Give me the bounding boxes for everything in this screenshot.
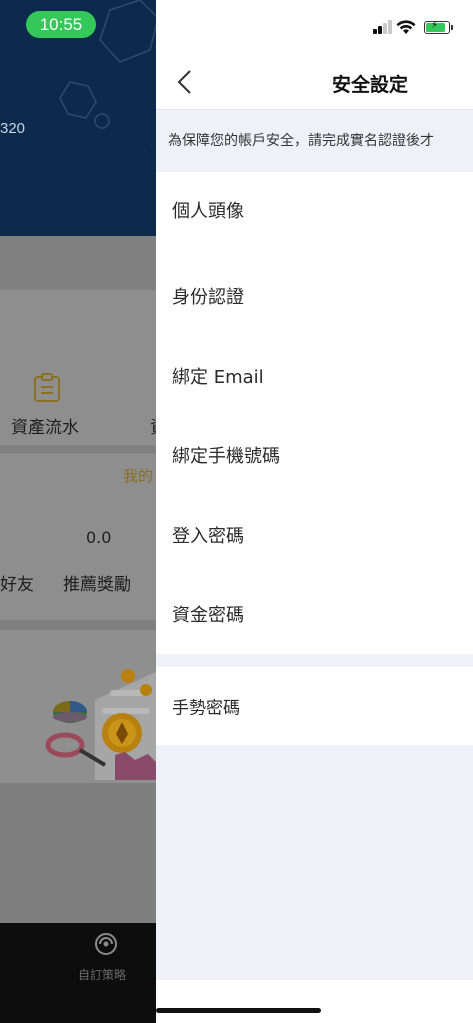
settings-list-group-1: 個人頭像 身份認證 綁定 Email 綁定手機號碼 登入密碼 資金密碼 [156,172,473,654]
clipboard-icon [34,373,60,402]
tab-label-custom-strategy: 自訂策略 [78,968,127,982]
verification-notice: 為保障您的帳戶安全，請完成實名認證後才 [156,110,473,164]
settings-item-label: 登入密碼 [172,526,244,547]
navigation-bar: 安全設定 [156,52,473,110]
settings-item-label: 綁定 Email [172,367,264,388]
settings-item-bind-phone[interactable]: 綁定手機號碼 [156,425,473,485]
settings-item-login-password[interactable]: 登入密碼 [156,505,473,565]
separator [0,445,156,453]
reward-label: 推薦獎勵 [63,575,131,595]
settings-item-avatar[interactable]: 個人頭像 [156,180,473,240]
settings-item-label: 綁定手機號碼 [172,446,280,467]
lower-area [0,783,156,923]
settings-item-bind-email[interactable]: 綁定 Email [156,346,473,406]
reward-value: 0.0 [86,528,112,547]
menu-label-asset-flow: 資產流水 [11,418,79,438]
section-label: 我的 [123,467,154,485]
page-title: 安全設定 [332,74,409,96]
account-number: 320 [0,120,26,137]
time-pill: 10:55 [26,11,96,38]
status-bar: ⚡ [156,0,473,52]
settings-item-gesture-password[interactable]: 手勢密碼 [156,676,473,736]
gray-band [0,236,156,290]
settings-item-fund-password[interactable]: 資金密碼 [156,584,473,644]
home-indicator [156,1008,321,1013]
crypto-illustration-image [45,669,156,780]
settings-item-label: 資金密碼 [172,605,244,626]
separator [0,620,156,630]
cellular-signal-icon [373,20,397,34]
settings-item-identity-verification[interactable]: 身份認證 [156,266,473,326]
wifi-icon [396,20,416,34]
security-settings-panel: ⚡ 安全設定 為保障您的帳戶安全，請完成實名認證後才 個人頭像 身份認證 綁定 … [156,0,473,1023]
promo-banner [0,630,156,783]
hero-curve [0,150,156,240]
background-app-page: 10:55 320 資產流水 資 我的 0.0 好友 推薦獎勵 [0,0,156,1023]
strategy-tab-icon [95,933,117,955]
back-chevron-icon[interactable] [170,66,202,98]
friends-label: 好友 [0,575,34,595]
battery-icon: ⚡ [424,20,453,34]
menu-card: 資產流水 資 [0,290,156,445]
settings-item-label: 手勢密碼 [172,698,240,719]
bottom-safe-area [156,980,473,1023]
settings-item-label: 身份認證 [172,287,244,308]
referral-card: 我的 0.0 好友 推薦獎勵 [0,453,156,620]
settings-list-group-2: 手勢密碼 [156,667,473,745]
settings-item-label: 個人頭像 [172,201,244,222]
